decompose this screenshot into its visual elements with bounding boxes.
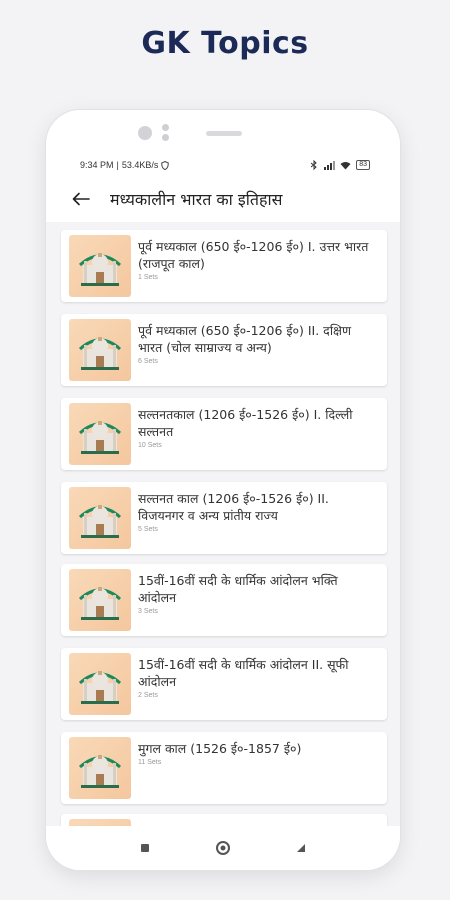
camera-icon (138, 126, 152, 140)
topic-title: सल्तनत काल (1206 ई०-1526 ई०) II. विजयनगर… (138, 491, 329, 523)
back-button[interactable] (66, 184, 96, 214)
sensor-icon (162, 134, 169, 141)
taj-mahal-icon (69, 487, 131, 549)
topic-set-count: 1 Sets (138, 274, 158, 281)
topic-set-count: 10 Sets (138, 442, 162, 449)
arrow-left-icon (72, 192, 90, 206)
battery-indicator: 83 (356, 160, 370, 170)
taj-mahal-icon (69, 653, 131, 715)
topic-list[interactable]: पूर्व मध्यकाल (650 ई०-1206 ई०) I. उत्तर … (46, 222, 400, 826)
topic-set-count: 3 Sets (138, 608, 158, 615)
topic-title: सल्तनतकाल (1206 ई०-1526 ई०) I. दिल्ली सल… (138, 407, 353, 439)
system-nav-bar (46, 826, 400, 870)
phone-frame: 9:34 PM | 53.4KB/s 83 मध्यकालीन भारत का … (46, 110, 400, 870)
triangle-back-icon (297, 844, 305, 852)
taj-mahal-icon (69, 819, 131, 826)
topic-card[interactable]: मुगल काल (1526 ई०-1857 ई०) 11 Sets (61, 732, 387, 804)
topic-title: 15वीं-16वीं सदी के धार्मिक आंदोलन भक्ति … (138, 573, 338, 605)
topic-title: 15वीं-16वीं सदी के धार्मिक आंदोलन II. सू… (138, 657, 349, 689)
bluetooth-icon (310, 160, 317, 170)
status-speed: 53.4KB/s (121, 160, 159, 170)
square-recents-icon (141, 844, 149, 852)
topic-card[interactable]: पूर्व मध्यकाल (650 ई०-1206 ई०) II. दक्षि… (61, 314, 387, 386)
topic-card[interactable]: 15वीं-16वीं सदी के धार्मिक आंदोलन भक्ति … (61, 564, 387, 636)
topic-card[interactable] (61, 814, 387, 826)
signal-icon (324, 160, 336, 170)
taj-mahal-icon (69, 569, 131, 631)
topic-title: पूर्व मध्यकाल (650 ई०-1206 ई०) II. दक्षि… (138, 323, 352, 355)
topic-card[interactable]: सल्तनतकाल (1206 ई०-1526 ई०) I. दिल्ली सल… (61, 398, 387, 470)
topic-set-count: 6 Sets (138, 358, 158, 365)
speaker-grille (206, 131, 242, 136)
topic-card[interactable]: सल्तनत काल (1206 ई०-1526 ई०) II. विजयनगर… (61, 482, 387, 554)
taj-mahal-icon (69, 403, 131, 465)
home-button[interactable] (213, 838, 233, 858)
wifi-icon (340, 161, 351, 169)
sensor-icon (162, 124, 169, 131)
back-nav-button[interactable] (291, 838, 311, 858)
taj-mahal-icon (69, 319, 131, 381)
topic-title: पूर्व मध्यकाल (650 ई०-1206 ई०) I. उत्तर … (138, 239, 369, 271)
banner-title: GK Topics (141, 26, 309, 61)
status-bar: 9:34 PM | 53.4KB/s 83 (80, 158, 370, 172)
app-bar: मध्यकालीन भारत का इतिहास (46, 178, 400, 220)
page-title: मध्यकालीन भारत का इतिहास (110, 190, 283, 209)
shield-icon (161, 160, 170, 170)
topic-card[interactable]: 15वीं-16वीं सदी के धार्मिक आंदोलन II. सू… (61, 648, 387, 720)
topic-set-count: 11 Sets (138, 759, 162, 766)
topic-set-count: 2 Sets (138, 692, 158, 699)
recents-button[interactable] (135, 838, 155, 858)
taj-mahal-icon (69, 737, 131, 799)
topic-title: मुगल काल (1526 ई०-1857 ई०) (138, 741, 302, 756)
topic-set-count: 5 Sets (138, 526, 158, 533)
topic-card[interactable]: पूर्व मध्यकाल (650 ई०-1206 ई०) I. उत्तर … (61, 230, 387, 302)
status-time: 9:34 PM (80, 160, 114, 170)
taj-mahal-icon (69, 235, 131, 297)
circle-home-icon (216, 841, 230, 855)
